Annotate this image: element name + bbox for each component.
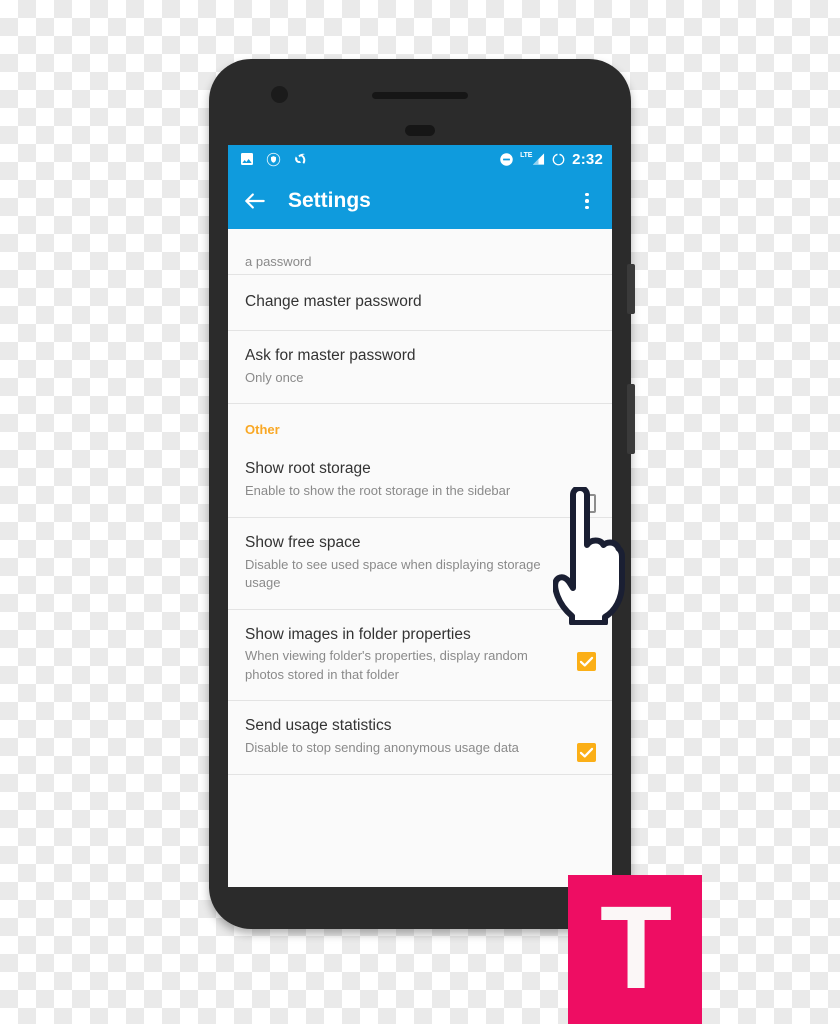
list-item-change-master-password[interactable]: Change master password: [228, 275, 612, 331]
volume-button[interactable]: [627, 384, 635, 454]
phone-device-frame: LTE 2:32 Settings a password Change mast…: [209, 59, 635, 929]
row-subtitle: Disable to stop sending anonymous usage …: [245, 740, 519, 756]
row-title: Show free space: [245, 533, 361, 551]
phone-call-icon: [295, 153, 306, 164]
checkbox-show-root-storage[interactable]: [577, 494, 596, 514]
battery-circle-icon: [552, 152, 565, 165]
list-item-show-free-space[interactable]: Show free space Disable to see used spac…: [228, 518, 612, 610]
list-item-show-root-storage[interactable]: Show root storage Enable to show the roo…: [228, 444, 612, 518]
row-subtitle: Disable to see used space when displayin…: [245, 556, 541, 591]
phone-screen: LTE 2:32 Settings a password Change mast…: [228, 145, 612, 887]
power-button[interactable]: [627, 264, 635, 314]
checkbox-show-images-in-folder-properties[interactable]: [577, 651, 596, 671]
row-title: Show root storage: [245, 460, 371, 478]
row-title: Send usage statistics: [245, 717, 392, 735]
section-header-other: Other: [228, 404, 612, 445]
row-title: Change master password: [245, 293, 422, 310]
row-title: Ask for master password: [245, 346, 416, 364]
proximity-sensor: [405, 125, 435, 136]
lte-signal-icon: LTE: [520, 152, 545, 166]
status-bar-left-icons: [239, 151, 308, 167]
earpiece-speaker: [372, 92, 468, 99]
list-item-clipped[interactable]: a password: [228, 229, 612, 275]
checkbox-send-usage-statistics[interactable]: [577, 743, 596, 763]
brand-letter: T: [599, 881, 672, 1014]
back-arrow-icon[interactable]: [242, 188, 268, 214]
page-title: Settings: [288, 189, 371, 212]
list-item-ask-for-master-password[interactable]: Ask for master password Only once: [228, 331, 612, 405]
front-camera-icon: [271, 86, 288, 103]
row-title: Show images in folder properties: [245, 625, 471, 643]
do-not-disturb-icon: [500, 152, 513, 166]
brand-badge: T: [568, 875, 702, 1024]
lte-label: LTE: [520, 152, 533, 159]
row-subtitle: Only once: [245, 369, 304, 385]
row-subtitle: When viewing folder's properties, displa…: [245, 648, 528, 682]
shield-icon: [266, 152, 281, 166]
overflow-menu-icon[interactable]: [576, 190, 598, 212]
list-item-show-images-in-folder-properties[interactable]: Show images in folder properties When vi…: [228, 610, 612, 702]
list-item-send-usage-statistics[interactable]: Send usage statistics Disable to stop se…: [228, 701, 612, 775]
checkbox-show-free-space[interactable]: [577, 569, 596, 589]
status-bar-clock: 2:32: [572, 150, 603, 168]
status-bar: LTE 2:32: [228, 145, 612, 173]
status-bar-right-icons: LTE 2:32: [499, 151, 603, 168]
settings-list[interactable]: a password Change master password Ask fo…: [228, 229, 612, 775]
app-bar: Settings: [228, 173, 612, 229]
image-icon: [241, 153, 253, 165]
row-subtitle: a password: [245, 254, 312, 269]
screenshot-canvas: LTE 2:32 Settings a password Change mast…: [0, 0, 840, 1024]
row-subtitle: Enable to show the root storage in the s…: [245, 483, 511, 499]
